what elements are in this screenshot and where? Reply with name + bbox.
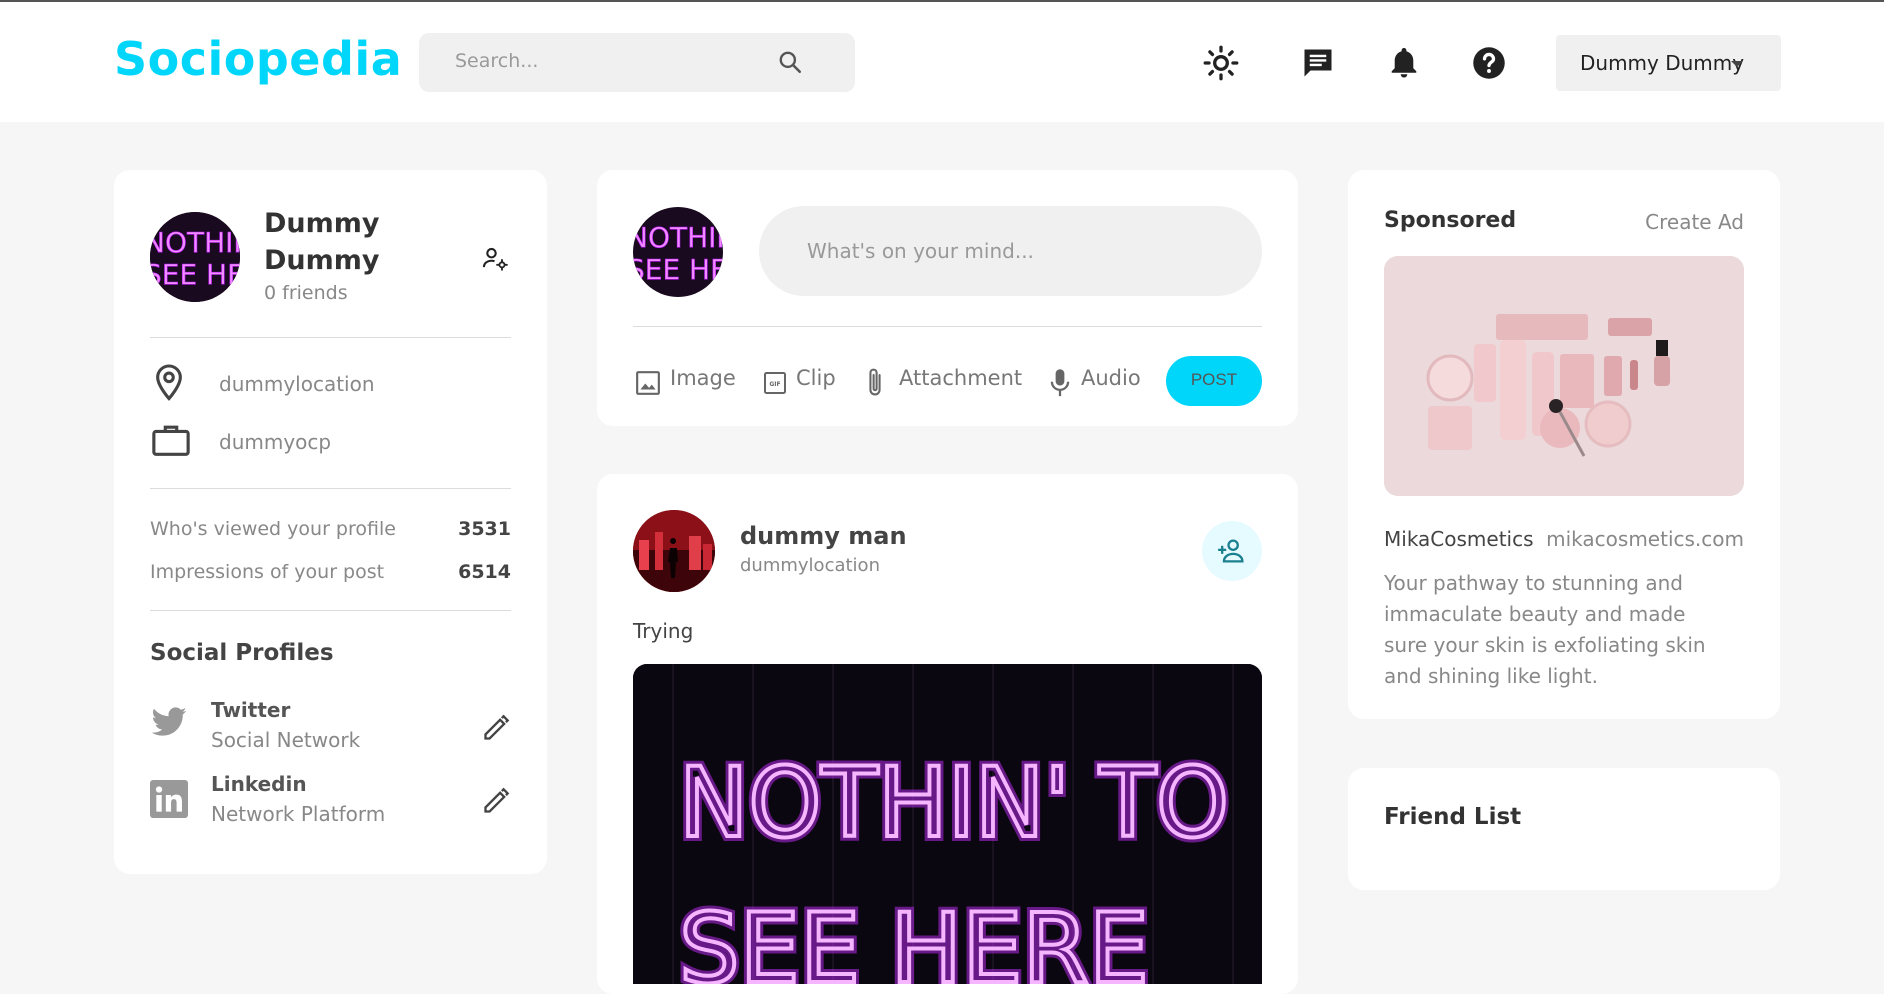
poster-name[interactable]: dummy man [740, 522, 907, 550]
poster-avatar[interactable] [633, 510, 715, 592]
location-icon [156, 364, 182, 401]
clip-action[interactable]: Clip [796, 366, 836, 390]
profile-views-value: 3531 [458, 518, 511, 540]
divider [150, 337, 511, 338]
image-action[interactable]: Image [670, 366, 736, 390]
ad-brand: MikaCosmetics [1384, 527, 1534, 551]
app-logo[interactable]: Sociopedia [114, 32, 402, 86]
social-profiles-title: Social Profiles [150, 640, 334, 666]
user-menu-label: Dummy Dummy [1580, 51, 1745, 75]
svg-text:SEE HERE: SEE HERE [150, 258, 240, 291]
work-icon [152, 425, 190, 456]
city-night-image [633, 510, 715, 592]
linkedin-icon [150, 780, 188, 818]
ad-image[interactable] [1384, 256, 1744, 496]
neon-sign-image: NOTHIN' TO NOTHIN' TO SEE HERE SEE HERE [633, 664, 1262, 984]
manage-account-icon[interactable] [481, 245, 509, 273]
neon-sign-image: NOTHIN' TO SEE HERE [150, 212, 240, 302]
profile-name[interactable]: Dummy Dummy [264, 205, 404, 279]
create-ad-link[interactable]: Create Ad [1645, 210, 1744, 234]
cosmetics-image [1384, 256, 1744, 496]
post-input[interactable]: What's on your mind... [759, 206, 1262, 296]
poster-location: dummylocation [740, 555, 880, 576]
gif-icon[interactable]: GIF [763, 371, 787, 395]
navbar: Sociopedia Search... Dummy Dummy [0, 2, 1884, 122]
ad-url[interactable]: mikacosmetics.com [1546, 527, 1744, 551]
attachment-action[interactable]: Attachment [899, 366, 1022, 390]
light-mode-icon[interactable] [1203, 45, 1239, 81]
neon-sign-image: NOTHIN' TO SEE HERE [633, 207, 723, 297]
microphone-icon[interactable] [1049, 368, 1071, 398]
ad-description: Your pathway to stunning and immaculate … [1384, 571, 1706, 688]
avatar[interactable]: NOTHIN' TO SEE HERE [150, 212, 240, 302]
friends-count: 0 friends [264, 282, 348, 304]
svg-text:NOTHIN' TO: NOTHIN' TO [633, 221, 723, 254]
occupation-text: dummyocp [219, 430, 332, 454]
post-button[interactable]: POST [1166, 356, 1262, 406]
user-menu-select[interactable]: Dummy Dummy [1556, 35, 1781, 91]
impressions-value: 6514 [458, 561, 511, 583]
sponsored-title: Sponsored [1384, 208, 1517, 233]
divider [633, 326, 1262, 327]
post-input-placeholder: What's on your mind... [807, 239, 1034, 263]
add-friend-button[interactable] [1202, 521, 1262, 581]
twitter-icon [151, 707, 187, 736]
image-icon[interactable] [635, 370, 661, 396]
audio-action[interactable]: Audio [1081, 366, 1141, 390]
message-icon[interactable] [1300, 45, 1336, 81]
divider [150, 488, 511, 489]
profile-views-label: Who's viewed your profile [150, 518, 396, 540]
linkedin-type: Network Platform [211, 802, 386, 826]
user-widget: NOTHIN' TO SEE HERE Dummy Dummy 0 friend… [114, 170, 547, 874]
edit-linkedin-icon[interactable] [482, 787, 510, 815]
attachment-icon[interactable] [865, 367, 885, 399]
post-image[interactable]: NOTHIN' TO NOTHIN' TO SEE HERE SEE HERE [633, 664, 1262, 984]
search-icon[interactable] [777, 49, 803, 75]
search-bar[interactable]: Search... [419, 33, 855, 92]
svg-text:SEE HERE: SEE HERE [679, 893, 1149, 984]
edit-twitter-icon[interactable] [482, 714, 510, 742]
svg-text:GIF: GIF [769, 381, 780, 388]
composer-avatar: NOTHIN' TO SEE HERE [633, 207, 723, 297]
search-input[interactable]: Search... [455, 50, 538, 72]
post-button-label: POST [1190, 370, 1238, 389]
post-description: Trying [633, 619, 694, 643]
chevron-down-icon [1731, 61, 1743, 67]
divider [150, 610, 511, 611]
linkedin-name: Linkedin [211, 772, 307, 796]
svg-text:NOTHIN' TO: NOTHIN' TO [679, 747, 1229, 859]
svg-text:NOTHIN' TO: NOTHIN' TO [150, 226, 240, 259]
feed-post: dummy man dummylocation Trying NOTHIN' T… [597, 474, 1298, 994]
sponsored-widget: Sponsored Create Ad MikaCosmetics mikaco… [1348, 170, 1780, 719]
friend-list-widget: Friend List [1348, 768, 1780, 890]
post-composer: NOTHIN' TO SEE HERE What's on your mind.… [597, 170, 1298, 426]
location-text: dummylocation [219, 372, 375, 396]
notifications-icon[interactable] [1386, 45, 1422, 81]
person-add-icon [1218, 539, 1244, 563]
friend-list-title: Friend List [1384, 804, 1522, 830]
help-icon[interactable] [1471, 45, 1507, 81]
impressions-label: Impressions of your post [150, 561, 385, 583]
svg-text:SEE HERE: SEE HERE [633, 253, 723, 286]
twitter-name: Twitter [211, 698, 291, 722]
twitter-type: Social Network [211, 728, 361, 752]
